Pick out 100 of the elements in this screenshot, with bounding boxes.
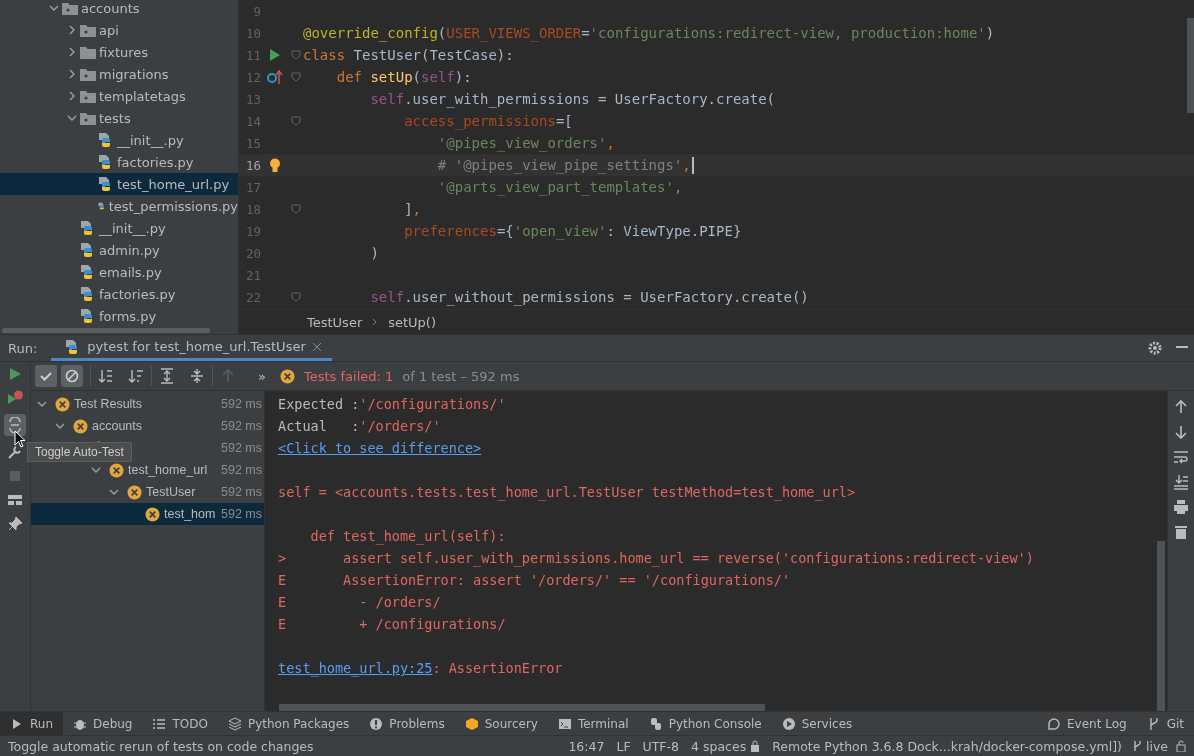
chevron-right-icon[interactable] <box>67 47 77 57</box>
fold-marker-icon[interactable] <box>291 116 301 126</box>
more-button[interactable]: » <box>258 368 266 384</box>
project-tree-item[interactable]: emails.py <box>0 261 238 283</box>
package-folder-icon <box>80 67 96 81</box>
project-tree-item[interactable]: tests <box>0 107 238 129</box>
collapse-all-icon[interactable] <box>189 368 205 384</box>
project-tree-item[interactable]: test_home_url.py <box>0 173 238 195</box>
tool-window-tab[interactable]: Python Packages <box>217 712 360 735</box>
test-result-row[interactable]: accounts 592 ms <box>31 415 264 437</box>
tool-window-tab[interactable]: Run <box>0 712 63 735</box>
chevron-down-icon[interactable] <box>109 487 119 497</box>
layout-icon[interactable] <box>7 492 23 508</box>
test-result-row[interactable]: TestUser 592 ms <box>31 481 264 503</box>
sort-duration-icon[interactable] <box>128 368 144 384</box>
code-text: @override_config(USER_VIEWS_ORDER='configurations:redirect-view, production:home') <box>303 25 995 41</box>
chevron-down-icon[interactable] <box>49 3 59 13</box>
run-label: Run: <box>7 340 39 356</box>
trash-icon[interactable] <box>1173 524 1189 540</box>
project-tree-item[interactable]: factories.py <box>0 151 238 173</box>
filter-toggle[interactable] <box>61 365 83 387</box>
package-folder-icon <box>80 23 96 37</box>
project-tree-item[interactable]: forms.py <box>0 305 238 327</box>
code-text: self.user_with_permissions = UserFactory.create( <box>369 91 776 107</box>
settings-icon[interactable] <box>1148 341 1162 355</box>
tool-window-tab[interactable]: Sourcery <box>454 712 548 735</box>
project-tree-item[interactable]: __init__.py <box>0 217 238 239</box>
fold-marker-icon[interactable] <box>291 292 301 302</box>
tool-window-tab[interactable]: Terminal <box>547 712 639 735</box>
expand-all-icon[interactable] <box>159 368 175 384</box>
line-number: 21 <box>244 267 261 283</box>
mouse-pointer-icon <box>14 430 26 448</box>
chevron-down-icon[interactable] <box>67 113 77 123</box>
text-caret <box>691 156 694 174</box>
wrench-icon[interactable] <box>7 444 23 460</box>
lightbulb-icon[interactable] <box>269 157 281 173</box>
project-tree-item[interactable]: test_permissions.py <box>0 195 238 217</box>
tool-window-tab[interactable]: Git <box>1136 712 1194 735</box>
indent-setting[interactable]: 4 spaces <box>691 738 747 754</box>
project-tree-item[interactable]: accounts <box>0 0 238 19</box>
chevron-down-icon[interactable] <box>55 421 65 431</box>
caret-position[interactable]: 16:47 <box>568 738 605 754</box>
breadcrumb[interactable]: TestUser <box>307 314 363 330</box>
project-tree-item[interactable]: __init__.py <box>0 129 238 151</box>
code-text: preferences={'open_view': ViewType.PIPE} <box>403 223 742 239</box>
project-tree-item[interactable]: api <box>0 19 238 41</box>
auto-test-button[interactable] <box>4 414 26 436</box>
scrollbar-thumb[interactable] <box>1157 541 1165 711</box>
close-icon[interactable] <box>311 341 322 352</box>
tool-window-tab[interactable]: Debug <box>63 712 143 735</box>
pin-icon[interactable] <box>7 516 23 532</box>
rerun-failed-icon[interactable] <box>7 390 23 406</box>
test-duration: 592 ms <box>220 485 262 499</box>
interpreter[interactable]: Remote Python 3.6.8 Dock...krah/docker-compose.yml]) <box>772 738 1122 754</box>
failed-icon <box>279 368 295 384</box>
print-icon[interactable] <box>1173 499 1189 515</box>
scrollbar-thumb[interactable] <box>2 328 210 333</box>
test-result-row[interactable]: test_hom 592 ms <box>31 503 264 525</box>
soft-wrap-icon[interactable] <box>1173 449 1189 465</box>
tool-window-tab[interactable]: Problems <box>359 712 455 735</box>
test-result-row[interactable]: Test Results 592 ms <box>31 393 264 415</box>
tool-window-tab[interactable]: Event Log <box>1037 712 1137 735</box>
tool-window-tab[interactable]: TODO <box>142 712 218 735</box>
arrow-down-icon[interactable] <box>1173 424 1189 440</box>
chevron-down-icon[interactable] <box>91 465 101 475</box>
file-encoding[interactable]: UTF-8 <box>642 738 680 754</box>
sort-alphabetical-icon[interactable] <box>98 368 114 384</box>
breadcrumb[interactable]: setUp() <box>388 314 436 330</box>
scrollbar-thumb[interactable] <box>279 704 765 711</box>
fold-marker-icon[interactable] <box>291 204 301 214</box>
fold-marker-icon[interactable] <box>291 72 301 82</box>
chevron-right-icon[interactable] <box>67 25 77 35</box>
project-tree-item[interactable]: fixtures <box>0 41 238 63</box>
run-icon[interactable] <box>270 49 280 61</box>
console-link[interactable]: <Click to see difference> <box>278 440 482 456</box>
git-branch[interactable]: live <box>1145 738 1168 754</box>
scroll-to-end-icon[interactable] <box>1173 474 1189 490</box>
chevron-right-icon[interactable] <box>67 69 77 79</box>
branch-icon <box>1131 740 1142 752</box>
arrow-up-icon[interactable] <box>1173 399 1189 415</box>
test-duration: 592 ms <box>220 507 262 521</box>
tool-window-tab[interactable]: Services <box>771 712 863 735</box>
run-icon[interactable] <box>7 366 23 382</box>
fold-marker-icon[interactable] <box>291 50 301 60</box>
tool-window-tab[interactable]: Python Console <box>638 712 772 735</box>
override-icon[interactable] <box>267 70 283 84</box>
chevron-down-icon[interactable] <box>37 399 47 409</box>
console-link[interactable]: test_home_url.py:25 <box>278 660 433 676</box>
scrollbar-thumb[interactable] <box>1187 18 1194 113</box>
project-tree-item[interactable]: templatetags <box>0 85 238 107</box>
project-tree-item[interactable]: factories.py <box>0 283 238 305</box>
project-tree-item[interactable]: admin.py <box>0 239 238 261</box>
code-text: ) <box>369 245 379 261</box>
line-ending[interactable]: LF <box>616 738 631 754</box>
minimize-icon[interactable] <box>1176 346 1188 350</box>
project-tree-item[interactable]: migrations <box>0 63 238 85</box>
line-number: 11 <box>244 47 261 63</box>
test-result-row[interactable]: test_home_url 592 ms <box>31 459 264 481</box>
chevron-right-icon[interactable] <box>67 91 77 101</box>
filter-toggle[interactable] <box>35 365 57 387</box>
